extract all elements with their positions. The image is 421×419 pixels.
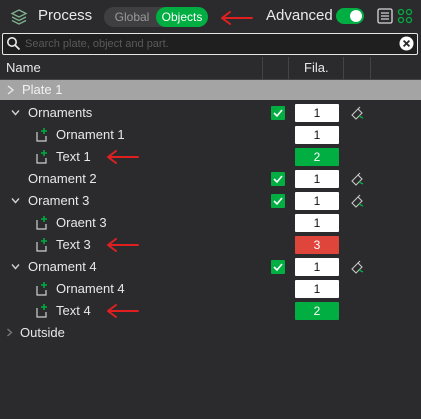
plate-row[interactable]: Plate 1 bbox=[0, 80, 421, 100]
filament-selector[interactable]: 1 bbox=[295, 192, 339, 210]
list-view-icon[interactable] bbox=[376, 7, 394, 25]
visibility-checkbox[interactable] bbox=[271, 106, 285, 120]
part-name: Ornament 1 bbox=[56, 127, 125, 142]
layers-icon bbox=[10, 9, 28, 25]
part-icon bbox=[36, 128, 47, 142]
chevron-down-icon[interactable] bbox=[10, 107, 21, 118]
column-divider bbox=[262, 57, 263, 79]
part-name: Text 3 bbox=[56, 237, 91, 252]
advanced-toggle[interactable] bbox=[336, 8, 364, 24]
column-header: Name Fila. bbox=[0, 57, 421, 80]
advanced-label: Advanced bbox=[266, 7, 333, 24]
filament-selector[interactable]: 1 bbox=[295, 214, 339, 232]
object-row[interactable]: Ornaments 1 bbox=[0, 102, 421, 124]
object-tree-settings-icon[interactable] bbox=[396, 7, 414, 25]
filament-selector[interactable]: 1 bbox=[295, 126, 339, 144]
checkmark-icon bbox=[273, 109, 283, 118]
toggle-knob bbox=[350, 10, 362, 22]
part-name: Ornament 4 bbox=[56, 281, 125, 296]
outside-label: Outside bbox=[20, 325, 65, 340]
object-name: Ornaments bbox=[28, 105, 93, 120]
outside-row[interactable]: Outside bbox=[0, 322, 421, 344]
column-divider bbox=[370, 57, 371, 79]
checkmark-icon bbox=[273, 197, 283, 206]
object-name: Ornament 2 bbox=[28, 171, 97, 186]
chevron-down-icon[interactable] bbox=[10, 261, 21, 272]
filament-selector[interactable]: 2 bbox=[295, 148, 339, 166]
paint-brush-icon[interactable] bbox=[349, 171, 366, 187]
red-arrow-annotation-icon bbox=[107, 150, 139, 164]
plate-label: Plate 1 bbox=[22, 82, 63, 97]
search-icon bbox=[7, 37, 21, 51]
visibility-checkbox[interactable] bbox=[271, 172, 285, 186]
paint-brush-icon[interactable] bbox=[349, 105, 366, 121]
object-row[interactable]: Ornament 4 1 bbox=[0, 256, 421, 278]
red-arrow-annotation-icon bbox=[107, 238, 139, 252]
part-name: Text 4 bbox=[56, 303, 91, 318]
column-divider bbox=[288, 57, 289, 79]
filament-selector[interactable]: 1 bbox=[295, 258, 339, 276]
part-icon bbox=[36, 150, 47, 164]
red-arrow-annotation-icon bbox=[221, 11, 253, 25]
filament-selector[interactable]: 2 bbox=[295, 302, 339, 320]
object-name: Ornament 4 bbox=[28, 259, 97, 274]
object-name: Orament 3 bbox=[28, 193, 90, 208]
object-row[interactable]: Orament 3 1 bbox=[0, 190, 421, 212]
part-icon bbox=[36, 304, 47, 318]
part-row[interactable]: Text 3 3 bbox=[0, 234, 421, 256]
mode-global-button[interactable]: Global bbox=[110, 7, 154, 27]
panel-title: Process bbox=[38, 7, 93, 24]
mode-switch: Global Objects bbox=[104, 7, 208, 27]
part-row[interactable]: Ornament 4 1 bbox=[0, 278, 421, 300]
column-name-header[interactable]: Name bbox=[6, 60, 41, 75]
part-row[interactable]: Oraent 3 1 bbox=[0, 212, 421, 234]
column-divider bbox=[343, 57, 344, 79]
checkmark-icon bbox=[273, 175, 283, 184]
paint-brush-icon[interactable] bbox=[349, 259, 366, 275]
visibility-checkbox[interactable] bbox=[271, 194, 285, 208]
process-toolbar: Process Global Objects Advanced bbox=[0, 0, 421, 32]
search-input[interactable] bbox=[25, 35, 385, 52]
part-name: Text 1 bbox=[56, 149, 91, 164]
filament-selector[interactable]: 3 bbox=[295, 236, 339, 254]
part-row[interactable]: Text 1 2 bbox=[0, 146, 421, 168]
search-box bbox=[2, 33, 418, 55]
filament-selector[interactable]: 1 bbox=[295, 280, 339, 298]
filament-selector[interactable]: 1 bbox=[295, 104, 339, 122]
visibility-checkbox[interactable] bbox=[271, 260, 285, 274]
expand-arrow-icon[interactable] bbox=[5, 85, 15, 95]
part-icon bbox=[36, 216, 47, 230]
part-row[interactable]: Text 4 2 bbox=[0, 300, 421, 322]
checkmark-icon bbox=[273, 263, 283, 272]
mode-objects-button[interactable]: Objects bbox=[156, 7, 208, 27]
red-arrow-annotation-icon bbox=[107, 304, 139, 318]
filament-selector[interactable]: 1 bbox=[295, 170, 339, 188]
part-icon bbox=[36, 238, 47, 252]
part-name: Oraent 3 bbox=[56, 215, 107, 230]
object-row[interactable]: Ornament 2 1 bbox=[0, 168, 421, 190]
paint-brush-icon[interactable] bbox=[349, 193, 366, 209]
part-row[interactable]: Ornament 1 1 bbox=[0, 124, 421, 146]
chevron-down-icon[interactable] bbox=[10, 195, 21, 206]
part-icon bbox=[36, 282, 47, 296]
column-filament-header[interactable]: Fila. bbox=[304, 60, 329, 75]
chevron-right-icon[interactable] bbox=[4, 327, 15, 338]
clear-search-icon[interactable] bbox=[399, 36, 414, 51]
